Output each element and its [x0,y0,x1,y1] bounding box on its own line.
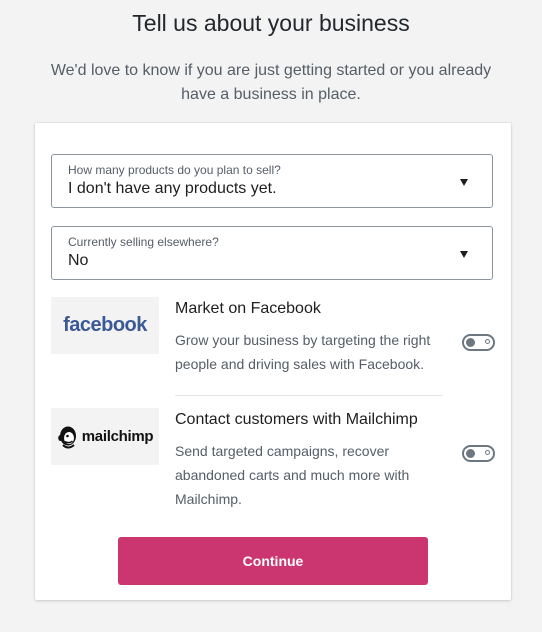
page-title: Tell us about your business [132,10,410,36]
facebook-logo-box: facebook [51,297,159,354]
mailchimp-freddie-icon [57,426,76,448]
facebook-logo: facebook [63,314,147,336]
business-details-page: Tell us about your business We'd love to… [0,0,542,632]
mailchimp-extension-description: Send targeted campaigns, recover abandon… [175,443,410,507]
mailchimp-extension-row: mailchimp Contact customers with Mailchi… [51,408,495,518]
mailchimp-logo: mailchimp [57,424,154,450]
mailchimp-toggle[interactable] [462,445,495,462]
facebook-toggle[interactable] [462,334,495,351]
facebook-extension-title: Market on Facebook [175,300,321,317]
toggle-off-icon [485,450,490,455]
products-count-select[interactable]: How many products do you plan to sell? I… [51,154,493,208]
page-subtitle: We'd love to know if you are just gettin… [50,62,492,103]
selling-elsewhere-value: No [68,252,89,269]
mailchimp-extension-title: Contact customers with Mailchimp [175,411,418,428]
caret-down-icon [460,179,468,186]
selling-elsewhere-select[interactable]: Currently selling elsewhere? No [51,226,493,280]
products-count-label: How many products do you plan to sell? [68,163,281,177]
facebook-extension-description: Grow your business by targeting the righ… [175,332,431,372]
continue-button[interactable]: Continue [118,537,428,585]
caret-down-icon [460,251,468,258]
products-count-value: I don't have any products yet. [68,180,277,197]
extension-divider [175,395,443,396]
selling-elsewhere-label: Currently selling elsewhere? [68,235,219,249]
mailchimp-logo-box: mailchimp [51,408,159,465]
facebook-extension-row: facebook Market on Facebook Grow your bu… [51,297,495,387]
business-details-card: How many products do you plan to sell? I… [35,123,511,600]
mailchimp-wordmark: mailchimp [81,428,154,445]
toggle-off-icon [485,339,490,344]
toggle-knob-icon [466,338,475,347]
toggle-knob-icon [466,449,475,458]
